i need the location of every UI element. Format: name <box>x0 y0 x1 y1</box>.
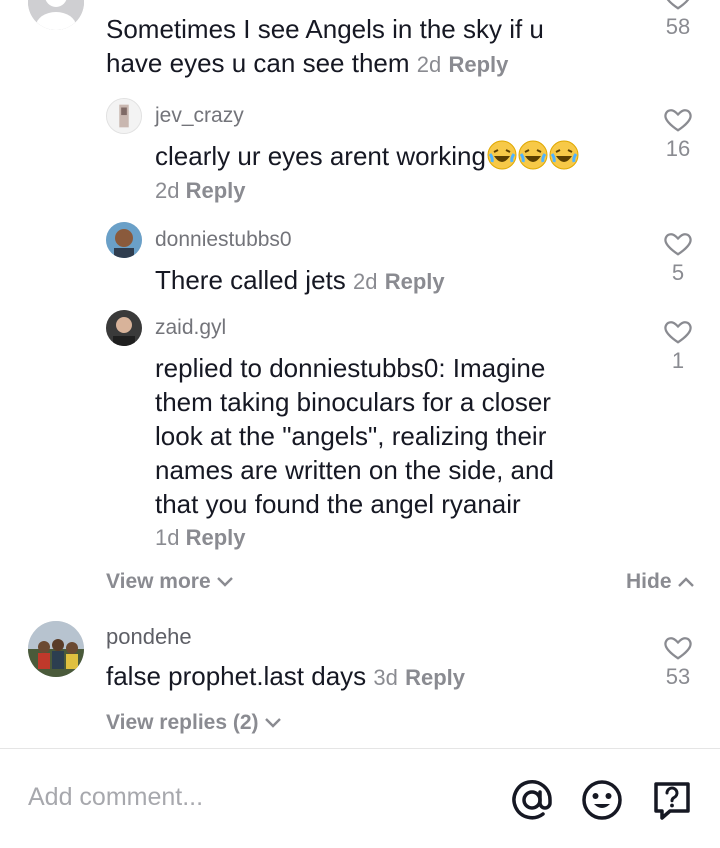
like-count: 58 <box>665 14 691 39</box>
like-count: 1 <box>671 348 685 373</box>
comment-username[interactable]: donniestubbs0 <box>155 228 292 252</box>
avatar[interactable] <box>106 310 142 346</box>
emoji-button[interactable] <box>580 778 624 822</box>
reply-button[interactable]: Reply <box>186 178 246 203</box>
comment-time: 2d <box>155 178 180 203</box>
reply-button[interactable]: Reply <box>385 269 445 294</box>
heart-icon <box>666 0 690 10</box>
smiley-icon <box>582 780 622 820</box>
like-count: 53 <box>665 664 691 689</box>
avatar-image-icon <box>106 222 142 258</box>
like-button[interactable]: 58 <box>658 0 698 40</box>
reply-button[interactable]: Reply <box>405 665 465 690</box>
view-more-button[interactable]: View more <box>106 570 235 594</box>
comment-text: clearly ur eyes arent working <box>155 139 579 173</box>
avatar[interactable] <box>106 222 142 258</box>
like-button[interactable]: 1 <box>658 316 698 374</box>
avatar-image-icon <box>107 99 141 133</box>
heart-icon <box>664 321 692 344</box>
like-button[interactable]: 5 <box>658 228 698 286</box>
comment-time: 1d <box>155 525 180 550</box>
mention-button[interactable] <box>510 778 554 822</box>
view-replies-button[interactable]: View replies (2) <box>106 711 283 735</box>
comment-input[interactable]: Add comment... <box>28 783 203 812</box>
comment-time: 3d <box>373 665 398 690</box>
comment-text: replied to donniestubbs0: Imagine them t… <box>155 353 554 519</box>
like-count: 5 <box>671 260 685 285</box>
laughing-emoji-icon <box>486 140 579 171</box>
comment-username[interactable]: jev_crazy <box>155 104 244 128</box>
comment-text: There called jets 2d Reply <box>155 265 445 295</box>
avatar[interactable] <box>28 621 84 677</box>
heart-icon <box>664 109 692 132</box>
reply-button[interactable]: Reply <box>186 525 246 550</box>
heart-icon <box>664 233 692 256</box>
chevron-up-icon <box>677 577 694 587</box>
comment-time: 2d <box>353 269 378 294</box>
question-sticker-button[interactable] <box>650 778 694 822</box>
comment-meta: 2d Reply <box>155 178 246 204</box>
like-count: 16 <box>665 136 691 161</box>
avatar[interactable] <box>28 0 84 30</box>
reply-button[interactable]: Reply <box>448 52 508 77</box>
comment-username[interactable]: zaid.gyl <box>155 316 226 340</box>
avatar-image-icon <box>106 310 142 346</box>
chevron-down-icon <box>216 577 233 587</box>
like-button[interactable]: 16 <box>658 104 698 162</box>
comment-text: Sometimes I see Angels in the sky if u h… <box>106 14 544 78</box>
mentioned-user-link[interactable]: donniestubbs0 <box>269 353 438 383</box>
at-sign-icon <box>512 780 552 820</box>
comment-username[interactable]: pondehe <box>106 624 192 650</box>
comment-meta: 1d Reply <box>155 525 246 551</box>
avatar[interactable] <box>106 98 142 134</box>
avatar-placeholder-icon <box>28 0 84 30</box>
hide-button[interactable]: Hide <box>626 570 696 594</box>
comment-time: 2d <box>416 52 442 77</box>
comment-text: false prophet.last days 3d Reply <box>106 661 466 691</box>
question-box-icon <box>654 782 690 820</box>
like-button[interactable]: 53 <box>658 632 698 690</box>
chevron-down-icon <box>264 718 281 728</box>
heart-icon <box>664 637 692 660</box>
avatar-image-icon <box>28 621 84 677</box>
